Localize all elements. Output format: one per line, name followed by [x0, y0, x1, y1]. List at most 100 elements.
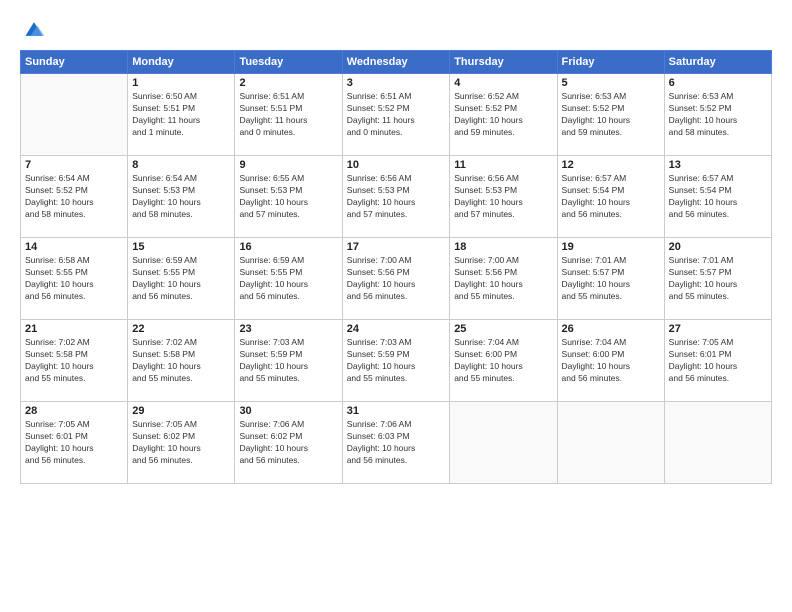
day-number: 1 — [132, 77, 230, 89]
calendar-cell: 11 Sunrise: 6:56 AM Sunset: 5:53 PM Dayli… — [450, 156, 557, 238]
calendar-cell — [450, 402, 557, 484]
day-info: Sunrise: 7:06 AM Sunset: 6:03 PM Dayligh… — [347, 419, 445, 467]
day-info: Sunrise: 6:55 AM Sunset: 5:53 PM Dayligh… — [239, 173, 337, 221]
day-info: Sunrise: 7:02 AM Sunset: 5:58 PM Dayligh… — [25, 337, 123, 385]
calendar-cell: 24 Sunrise: 7:03 AM Sunset: 5:59 PM Dayli… — [342, 320, 449, 402]
day-number: 5 — [562, 77, 660, 89]
day-number: 3 — [347, 77, 445, 89]
day-number: 29 — [132, 405, 230, 417]
calendar-cell: 22 Sunrise: 7:02 AM Sunset: 5:58 PM Dayli… — [128, 320, 235, 402]
weekday-header-row: SundayMondayTuesdayWednesdayThursdayFrid… — [21, 51, 772, 74]
day-info: Sunrise: 7:00 AM Sunset: 5:56 PM Dayligh… — [454, 255, 552, 303]
day-info: Sunrise: 7:04 AM Sunset: 6:00 PM Dayligh… — [454, 337, 552, 385]
day-info: Sunrise: 6:56 AM Sunset: 5:53 PM Dayligh… — [454, 173, 552, 221]
day-number: 24 — [347, 323, 445, 335]
calendar-cell: 25 Sunrise: 7:04 AM Sunset: 6:00 PM Dayli… — [450, 320, 557, 402]
calendar-cell: 19Sunrise: 7:01 AM Sunset: 5:57 PM Dayli… — [557, 238, 664, 320]
week-row-5: 28Sunrise: 7:05 AM Sunset: 6:01 PM Dayli… — [21, 402, 772, 484]
calendar-cell — [21, 74, 128, 156]
day-info: Sunrise: 7:05 AM Sunset: 6:01 PM Dayligh… — [669, 337, 767, 385]
calendar-cell: 1 Sunrise: 6:50 AM Sunset: 5:51 PM Daylig… — [128, 74, 235, 156]
day-number: 27 — [669, 323, 767, 335]
day-info: Sunrise: 7:04 AM Sunset: 6:00 PM Dayligh… — [562, 337, 660, 385]
weekday-saturday: Saturday — [664, 51, 771, 74]
day-number: 15 — [132, 241, 230, 253]
calendar-cell: 16 Sunrise: 6:59 AM Sunset: 5:55 PM Dayli… — [235, 238, 342, 320]
day-info: Sunrise: 6:53 AM Sunset: 5:52 PM Dayligh… — [562, 91, 660, 139]
day-info: Sunrise: 7:03 AM Sunset: 5:59 PM Dayligh… — [239, 337, 337, 385]
week-row-2: 7Sunrise: 6:54 AM Sunset: 5:52 PM Daylig… — [21, 156, 772, 238]
calendar-cell: 30 Sunrise: 7:06 AM Sunset: 6:02 PM Dayli… — [235, 402, 342, 484]
day-number: 22 — [132, 323, 230, 335]
calendar-table: SundayMondayTuesdayWednesdayThursdayFrid… — [20, 50, 772, 484]
day-number: 9 — [239, 159, 337, 171]
week-row-3: 14 Sunrise: 6:58 AM Sunset: 5:55 PM Dayli… — [21, 238, 772, 320]
day-number: 6 — [669, 77, 767, 89]
page: SundayMondayTuesdayWednesdayThursdayFrid… — [0, 0, 792, 612]
calendar-cell: 21 Sunrise: 7:02 AM Sunset: 5:58 PM Dayli… — [21, 320, 128, 402]
day-number: 8 — [132, 159, 230, 171]
week-row-1: 1 Sunrise: 6:50 AM Sunset: 5:51 PM Daylig… — [21, 74, 772, 156]
day-info: Sunrise: 6:51 AM Sunset: 5:51 PM Dayligh… — [239, 91, 337, 139]
day-info: Sunrise: 6:57 AM Sunset: 5:54 PM Dayligh… — [669, 173, 767, 221]
calendar-cell: 12Sunrise: 6:57 AM Sunset: 5:54 PM Dayli… — [557, 156, 664, 238]
calendar-cell: 15 Sunrise: 6:59 AM Sunset: 5:55 PM Dayli… — [128, 238, 235, 320]
weekday-thursday: Thursday — [450, 51, 557, 74]
day-number: 30 — [239, 405, 337, 417]
calendar-cell: 2Sunrise: 6:51 AM Sunset: 5:51 PM Daylig… — [235, 74, 342, 156]
week-row-4: 21 Sunrise: 7:02 AM Sunset: 5:58 PM Dayli… — [21, 320, 772, 402]
header — [20, 18, 772, 40]
calendar-cell: 6 Sunrise: 6:53 AM Sunset: 5:52 PM Daylig… — [664, 74, 771, 156]
logo — [20, 18, 46, 40]
day-info: Sunrise: 7:06 AM Sunset: 6:02 PM Dayligh… — [239, 419, 337, 467]
day-number: 16 — [239, 241, 337, 253]
weekday-wednesday: Wednesday — [342, 51, 449, 74]
day-info: Sunrise: 7:02 AM Sunset: 5:58 PM Dayligh… — [132, 337, 230, 385]
calendar-cell: 23 Sunrise: 7:03 AM Sunset: 5:59 PM Dayli… — [235, 320, 342, 402]
calendar-cell: 20 Sunrise: 7:01 AM Sunset: 5:57 PM Dayli… — [664, 238, 771, 320]
logo-icon — [22, 18, 46, 40]
day-info: Sunrise: 6:54 AM Sunset: 5:53 PM Dayligh… — [132, 173, 230, 221]
weekday-tuesday: Tuesday — [235, 51, 342, 74]
calendar-cell: 4 Sunrise: 6:52 AM Sunset: 5:52 PM Daylig… — [450, 74, 557, 156]
weekday-friday: Friday — [557, 51, 664, 74]
day-number: 14 — [25, 241, 123, 253]
day-number: 13 — [669, 159, 767, 171]
calendar-cell: 9 Sunrise: 6:55 AM Sunset: 5:53 PM Daylig… — [235, 156, 342, 238]
calendar-cell: 5 Sunrise: 6:53 AM Sunset: 5:52 PM Daylig… — [557, 74, 664, 156]
day-number: 17 — [347, 241, 445, 253]
day-number: 31 — [347, 405, 445, 417]
day-number: 28 — [25, 405, 123, 417]
day-info: Sunrise: 6:50 AM Sunset: 5:51 PM Dayligh… — [132, 91, 230, 139]
weekday-monday: Monday — [128, 51, 235, 74]
day-info: Sunrise: 7:05 AM Sunset: 6:02 PM Dayligh… — [132, 419, 230, 467]
calendar-cell: 7Sunrise: 6:54 AM Sunset: 5:52 PM Daylig… — [21, 156, 128, 238]
day-number: 11 — [454, 159, 552, 171]
day-info: Sunrise: 6:53 AM Sunset: 5:52 PM Dayligh… — [669, 91, 767, 139]
calendar-cell: 17Sunrise: 7:00 AM Sunset: 5:56 PM Dayli… — [342, 238, 449, 320]
weekday-sunday: Sunday — [21, 51, 128, 74]
day-info: Sunrise: 6:51 AM Sunset: 5:52 PM Dayligh… — [347, 91, 445, 139]
day-info: Sunrise: 6:56 AM Sunset: 5:53 PM Dayligh… — [347, 173, 445, 221]
calendar-cell: 27 Sunrise: 7:05 AM Sunset: 6:01 PM Dayli… — [664, 320, 771, 402]
day-info: Sunrise: 7:03 AM Sunset: 5:59 PM Dayligh… — [347, 337, 445, 385]
day-info: Sunrise: 6:58 AM Sunset: 5:55 PM Dayligh… — [25, 255, 123, 303]
day-info: Sunrise: 6:52 AM Sunset: 5:52 PM Dayligh… — [454, 91, 552, 139]
day-number: 18 — [454, 241, 552, 253]
calendar-cell: 18 Sunrise: 7:00 AM Sunset: 5:56 PM Dayli… — [450, 238, 557, 320]
day-number: 25 — [454, 323, 552, 335]
day-number: 19 — [562, 241, 660, 253]
day-info: Sunrise: 6:59 AM Sunset: 5:55 PM Dayligh… — [239, 255, 337, 303]
day-number: 4 — [454, 77, 552, 89]
day-info: Sunrise: 6:54 AM Sunset: 5:52 PM Dayligh… — [25, 173, 123, 221]
day-info: Sunrise: 6:59 AM Sunset: 5:55 PM Dayligh… — [132, 255, 230, 303]
calendar-cell — [664, 402, 771, 484]
calendar-cell: 26Sunrise: 7:04 AM Sunset: 6:00 PM Dayli… — [557, 320, 664, 402]
day-number: 10 — [347, 159, 445, 171]
day-number: 21 — [25, 323, 123, 335]
day-number: 12 — [562, 159, 660, 171]
calendar-cell: 13 Sunrise: 6:57 AM Sunset: 5:54 PM Dayli… — [664, 156, 771, 238]
day-info: Sunrise: 7:01 AM Sunset: 5:57 PM Dayligh… — [669, 255, 767, 303]
day-number: 23 — [239, 323, 337, 335]
day-number: 20 — [669, 241, 767, 253]
